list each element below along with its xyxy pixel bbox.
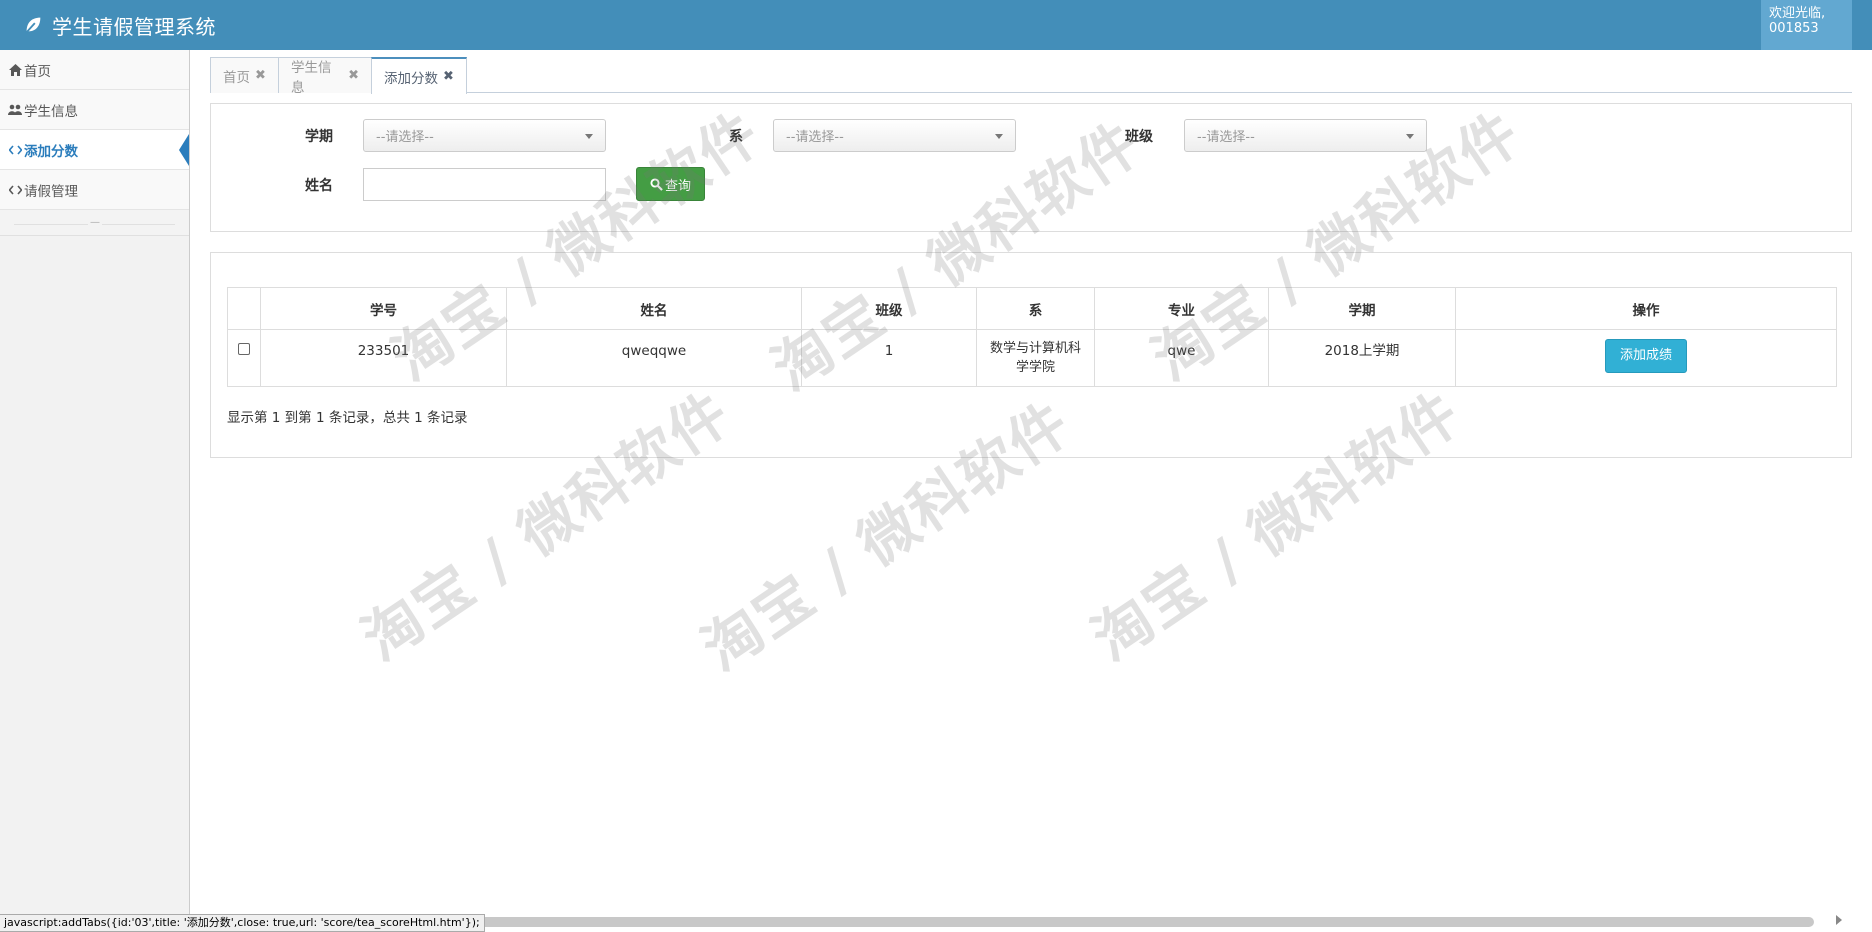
- cell-dept-line: 数学与计算机科: [989, 341, 1081, 356]
- brand[interactable]: 学生请假管理系统: [22, 0, 216, 50]
- close-icon[interactable]: ✖: [443, 69, 454, 84]
- welcome-text: 欢迎光临,: [1769, 6, 1826, 21]
- close-icon[interactable]: ✖: [348, 68, 359, 83]
- table-header-row: 学号 姓名 班级 系 专业 学期 操作: [227, 287, 1837, 330]
- name-input[interactable]: [363, 168, 606, 201]
- chevron-down-icon: [585, 134, 593, 139]
- sidebar-item-leave-mgmt[interactable]: 请假管理: [0, 170, 189, 210]
- cell-major: qwe: [1094, 329, 1269, 387]
- add-score-button[interactable]: 添加成绩: [1605, 339, 1687, 373]
- cell-class: 1: [801, 329, 977, 387]
- dept-label: 系: [729, 129, 743, 145]
- dept-select[interactable]: --请选择--: [773, 119, 1016, 152]
- collapse-icon[interactable]: —: [88, 216, 102, 230]
- status-bar: javascript:addTabs({id:'03',title: '添加分数…: [0, 914, 485, 932]
- chevron-down-icon: [995, 134, 1003, 139]
- col-header-term[interactable]: 学期: [1268, 287, 1456, 330]
- sidebar-item-student-info[interactable]: 学生信息: [0, 90, 189, 130]
- horizontal-scrollbar[interactable]: [452, 917, 1814, 927]
- name-label: 姓名: [305, 178, 333, 194]
- col-header-major[interactable]: 专业: [1094, 287, 1269, 330]
- sidebar-item-label: 请假管理: [24, 183, 78, 200]
- code-icon: [8, 144, 22, 155]
- cell-action: 添加成绩: [1455, 329, 1837, 387]
- col-header-select: [227, 287, 261, 330]
- col-header-student-id[interactable]: 学号: [260, 287, 507, 330]
- tab-label: 首页: [223, 69, 250, 86]
- tab-student-info[interactable]: 学生信息 ✖: [278, 57, 372, 96]
- cell-dept-line: 学学院: [1015, 360, 1055, 375]
- col-header-name[interactable]: 姓名: [506, 287, 802, 330]
- dept-select-value: --请选择--: [786, 130, 844, 145]
- sidebar-item-label: 学生信息: [24, 103, 78, 120]
- users-icon: [8, 104, 22, 115]
- user-id: 001853: [1769, 21, 1819, 36]
- class-label: 班级: [1125, 129, 1153, 145]
- cell-dept: 数学与计算机科 学学院: [976, 329, 1095, 387]
- sidebar-item-add-score[interactable]: 添加分数: [0, 130, 189, 170]
- sidebar-collapse-toggle[interactable]: —: [0, 210, 189, 236]
- table-row[interactable]: 233501 qweqqwe 1 数学与计算机科 学学院 qwe 2018上学期…: [227, 329, 1837, 387]
- col-header-dept[interactable]: 系: [976, 287, 1095, 330]
- sidebar-item-label: 添加分数: [24, 143, 78, 160]
- close-icon[interactable]: ✖: [255, 68, 266, 83]
- pagination-info: 显示第 1 到第 1 条记录，总共 1 条记录: [227, 410, 468, 426]
- class-select[interactable]: --请选择--: [1184, 119, 1427, 152]
- sidebar: 首页 学生信息 添加分数 请假管理 —: [0, 50, 190, 918]
- code-icon: [8, 184, 22, 195]
- cell-term: 2018上学期: [1268, 329, 1456, 387]
- term-select-value: --请选择--: [376, 130, 434, 145]
- cell-student-id: 233501: [260, 329, 507, 387]
- col-header-action: 操作: [1455, 287, 1837, 330]
- term-select[interactable]: --请选择--: [363, 119, 606, 152]
- term-label: 学期: [305, 129, 333, 145]
- tab-add-score[interactable]: 添加分数 ✖: [371, 57, 467, 94]
- chevron-down-icon: [1406, 134, 1414, 139]
- row-checkbox[interactable]: [238, 343, 250, 355]
- scroll-right-icon[interactable]: [1836, 915, 1842, 925]
- tab-label: 添加分数: [384, 70, 438, 87]
- top-navbar: 学生请假管理系统 欢迎光临, 001853: [0, 0, 1872, 50]
- class-select-value: --请选择--: [1197, 130, 1255, 145]
- row-select-cell[interactable]: [227, 329, 261, 387]
- search-button[interactable]: 查询: [636, 167, 705, 201]
- user-menu[interactable]: 欢迎光临, 001853: [1761, 0, 1852, 50]
- results-panel: 学号 姓名 班级 系 专业 学期 操作 233501 qweqqwe 1 数学与…: [210, 252, 1852, 458]
- search-button-label: 查询: [664, 178, 691, 194]
- sidebar-item-label: 首页: [24, 63, 51, 80]
- app-title: 学生请假管理系统: [52, 14, 216, 39]
- col-header-class[interactable]: 班级: [801, 287, 977, 330]
- home-icon: [8, 63, 22, 76]
- tab-label: 学生信息: [291, 59, 332, 96]
- cell-name: qweqqwe: [506, 329, 802, 387]
- tab-bar: 首页 ✖ 学生信息 ✖ 添加分数 ✖: [210, 57, 1852, 96]
- sidebar-item-home[interactable]: 首页: [0, 50, 189, 90]
- active-indicator: [179, 134, 189, 166]
- leaf-icon: [24, 17, 41, 34]
- score-table: 学号 姓名 班级 系 专业 学期 操作 233501 qweqqwe 1 数学与…: [227, 287, 1837, 387]
- filter-panel: 学期 --请选择-- 系 --请选择-- 班级 --请选择-- 姓名 查询: [210, 103, 1852, 232]
- search-icon: [650, 177, 663, 191]
- tab-home[interactable]: 首页 ✖: [210, 57, 279, 93]
